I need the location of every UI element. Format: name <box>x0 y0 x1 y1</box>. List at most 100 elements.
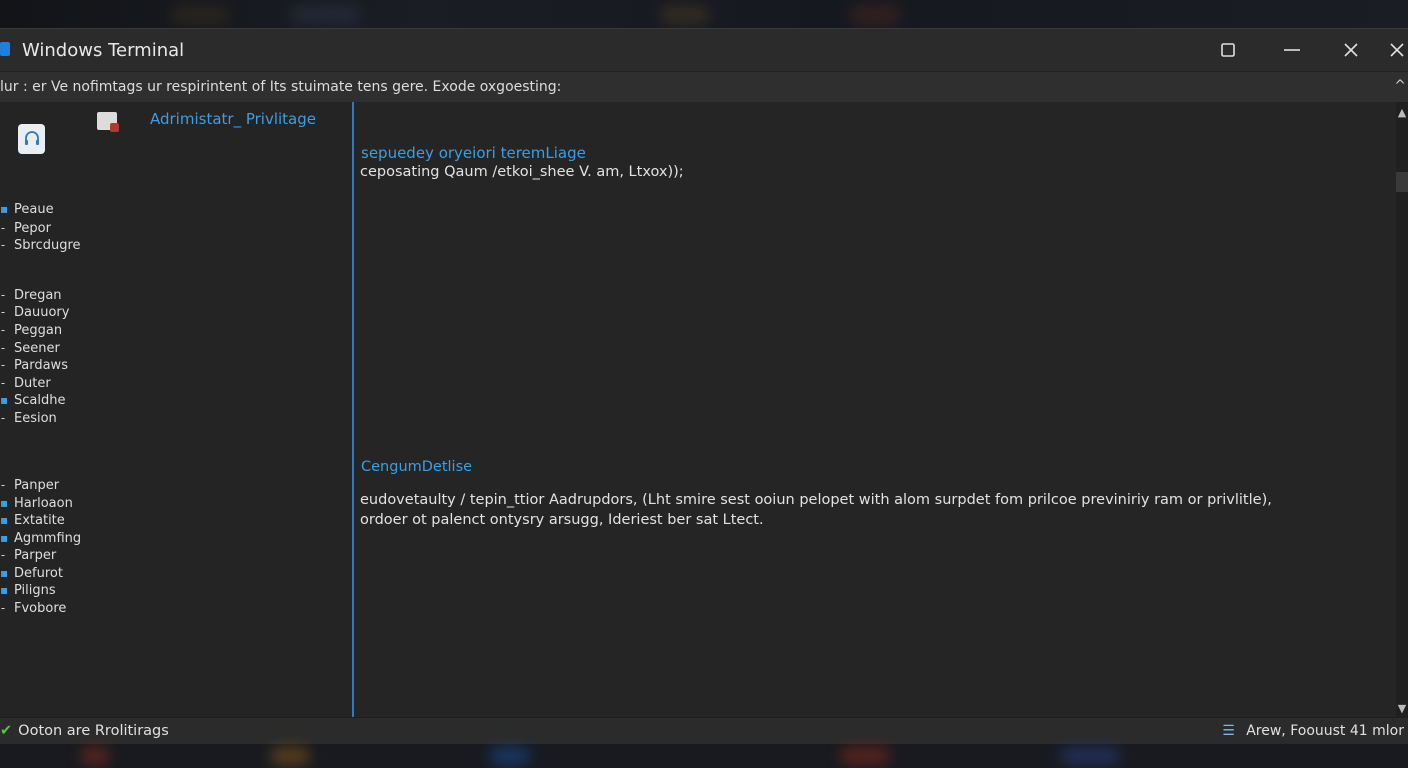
headset-icon[interactable] <box>18 124 45 154</box>
window-title: Windows Terminal <box>22 40 185 61</box>
blurred-desktop-item <box>170 6 230 24</box>
sidebar-item[interactable]: ▪ Peaue <box>0 202 54 217</box>
sidebar-item[interactable]: ▪ Extatite <box>0 513 65 528</box>
sidebar-item-label: Sbrcdugre <box>14 238 81 253</box>
sidebar-item[interactable]: - Fvobore <box>0 601 67 616</box>
sidebar-item-label: Pepor <box>14 221 51 236</box>
bullet-icon: - <box>0 288 6 302</box>
sidebar-item-label: Duter <box>14 376 51 391</box>
sidebar-item[interactable]: - Peggan <box>0 323 62 338</box>
collapse-chevron-icon[interactable]: ^ <box>1394 78 1406 94</box>
bullet-icon: - <box>0 358 6 372</box>
info-bar: lur : er Ve nofimtags ur respirintent of… <box>0 71 1408 103</box>
sidebar-header[interactable]: Adrimistatr_ Privlitage <box>150 110 316 128</box>
blurred-desktop-item <box>850 6 900 24</box>
bullet-icon: ▪ <box>0 583 9 597</box>
bullet-icon: - <box>0 548 6 562</box>
minimize-icon <box>1284 49 1300 51</box>
info-bar-text: lur : er Ve nofimtags ur respirintent of… <box>0 79 562 95</box>
sidebar-item[interactable]: - Pardaws <box>0 358 68 373</box>
vertical-scrollbar[interactable]: ▲ ▼ <box>1396 102 1408 717</box>
sidebar-item[interactable]: - Dregan <box>0 288 62 303</box>
bullet-icon: - <box>0 478 6 492</box>
bullet-icon: - <box>0 601 6 615</box>
sidebar-item[interactable]: ▪ Agmmfing <box>0 531 81 546</box>
scroll-thumb[interactable] <box>1396 172 1408 192</box>
close-button-secondary[interactable] <box>1386 35 1408 65</box>
close-icon <box>1390 43 1404 57</box>
blurred-desktop-item <box>660 6 710 24</box>
status-left: ✔ Ooton are Rrolitirags <box>0 723 169 739</box>
bullet-icon: - <box>0 341 6 355</box>
bullet-icon: ▪ <box>0 531 9 545</box>
sidebar-item-label: Fvobore <box>14 601 67 616</box>
sidebar-item[interactable]: ▪ Defurot <box>0 566 63 581</box>
bullet-icon: - <box>0 305 6 319</box>
sidebar-item-label: Peggan <box>14 323 63 338</box>
taskbar-app-icon[interactable] <box>1060 747 1120 765</box>
sidebar-item-label: Agmmfing <box>14 531 82 546</box>
output-heading-2: CengumDetlise <box>361 459 473 475</box>
sidebar-item[interactable]: - Pepor <box>0 221 51 236</box>
close-icon <box>1344 43 1358 57</box>
terminal-window: Windows Terminal lur : er Ve nofimtags u… <box>0 28 1408 746</box>
list-lines-icon[interactable]: ☰ <box>1222 723 1236 739</box>
sidebar-item[interactable]: - Duter <box>0 376 51 391</box>
bullet-icon: - <box>0 323 6 337</box>
output-line-3: ordoer ot palenct ontysry arsugg, Iderie… <box>360 512 764 528</box>
sidebar-item[interactable]: - Seener <box>0 341 60 356</box>
sidebar-item-label: Seener <box>14 341 60 356</box>
taskbar-app-icon[interactable] <box>490 747 530 765</box>
sidebar-item[interactable]: ▪ Harloaon <box>0 496 73 511</box>
sidebar-item-label: Dregan <box>14 288 62 303</box>
terminal-output[interactable]: sepuedey oryeiori teremLiage ceposating … <box>354 102 1396 717</box>
terminal-app-icon <box>0 42 10 56</box>
sidebar-item[interactable]: ▪ Piligns <box>0 583 56 598</box>
sidebar-item-label: Harloaon <box>14 496 73 511</box>
sidebar: Adrimistatr_ Privlitage ▪ Peaue - Pepor - Sbr… <box>0 102 352 717</box>
bullet-icon: - <box>0 221 6 235</box>
sidebar-item-label: Pardaws <box>14 358 68 373</box>
output-heading-1: sepuedey oryeiori teremLiage <box>361 144 586 162</box>
sidebar-item[interactable]: - Sbrcdugre <box>0 238 81 253</box>
scroll-up-icon[interactable]: ▲ <box>1396 106 1408 119</box>
sidebar-item[interactable]: - Eesion <box>0 411 57 426</box>
output-line-2: eudovetaulty / tepin_ttior Aadrupdors, (… <box>360 492 1272 508</box>
blurred-desktop-item <box>290 6 360 24</box>
bullet-icon: ▪ <box>0 202 9 216</box>
status-left-text: Ooton are Rrolitirags <box>18 723 169 739</box>
desktop-background-top <box>0 0 1408 28</box>
close-button[interactable] <box>1336 35 1366 65</box>
status-right-text: Arew, Foouust 41 mlor <box>1246 723 1404 739</box>
sidebar-item[interactable]: - Panper <box>0 478 59 493</box>
sidebar-item-label: Extatite <box>14 513 65 528</box>
bullet-icon: ▪ <box>0 393 9 407</box>
output-line-1: ceposating Qaum /etkoi_shee V. am, Ltxox… <box>360 164 684 180</box>
maximize-button[interactable] <box>1213 35 1243 65</box>
status-right: ☰ Arew, Foouust 41 mlor <box>1222 723 1404 739</box>
sidebar-item-label: Defurot <box>14 566 63 581</box>
sidebar-item-label: Peaue <box>14 202 54 217</box>
minimize-button[interactable] <box>1277 35 1307 65</box>
sidebar-item[interactable]: ▪ Scaldhe <box>0 393 65 408</box>
taskbar-app-icon[interactable] <box>80 747 110 765</box>
bullet-icon: ▪ <box>0 513 9 527</box>
sidebar-item-label: Piligns <box>14 583 56 598</box>
sidebar-item[interactable]: - Dauuory <box>0 305 70 320</box>
sidebar-item[interactable]: - Parper <box>0 548 56 563</box>
taskbar-app-icon[interactable] <box>270 747 310 765</box>
sidebar-item-label: Eesion <box>14 411 57 426</box>
sidebar-item-label: Scaldhe <box>14 393 66 408</box>
bullet-icon: ▪ <box>0 496 9 510</box>
bullet-icon: - <box>0 411 6 425</box>
taskbar-app-icon[interactable] <box>840 747 890 765</box>
title-bar[interactable]: Windows Terminal <box>0 29 1408 71</box>
bullet-icon: - <box>0 238 6 252</box>
admin-shield-icon <box>97 112 119 132</box>
check-icon: ✔ <box>0 723 13 739</box>
bullet-icon: ▪ <box>0 566 9 580</box>
taskbar <box>0 744 1408 768</box>
sidebar-item-label: Parper <box>14 548 57 563</box>
sidebar-item-label: Dauuory <box>14 305 70 320</box>
scroll-down-icon[interactable]: ▼ <box>1396 702 1408 715</box>
